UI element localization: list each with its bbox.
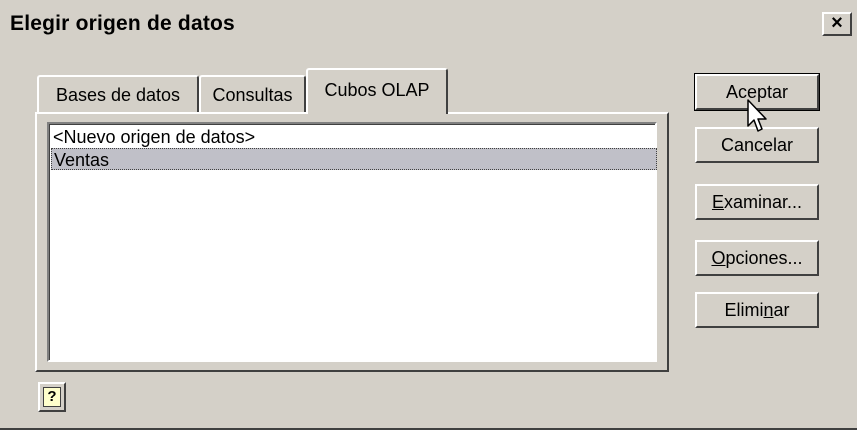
- accelerator-key: n: [763, 300, 774, 320]
- accelerator-key: O: [711, 248, 726, 268]
- data-source-list[interactable]: <Nuevo origen de datos> Ventas: [47, 122, 657, 362]
- choose-data-source-dialog: Elegir origen de datos × Bases de datos …: [0, 0, 857, 430]
- tab-label: Cubos OLAP: [324, 80, 430, 100]
- tab-consultas[interactable]: Consultas: [199, 75, 306, 113]
- help-button[interactable]: ?: [38, 382, 66, 412]
- button-label: xaminar...: [723, 192, 803, 212]
- button-label: pciones...: [725, 248, 803, 268]
- close-icon: ×: [831, 12, 843, 34]
- help-icon: ?: [43, 387, 61, 407]
- close-button[interactable]: ×: [822, 12, 852, 36]
- tab-panel: <Nuevo origen de datos> Ventas: [35, 112, 669, 372]
- accelerator-key: E: [711, 192, 724, 212]
- tab-bases-de-datos[interactable]: Bases de datos: [37, 75, 199, 113]
- title-bar: Elegir origen de datos ×: [0, 0, 857, 44]
- button-label: Elimi: [724, 300, 764, 320]
- list-item-ventas[interactable]: Ventas: [51, 148, 657, 170]
- tab-label: Bases de datos: [55, 85, 181, 105]
- dialog-title: Elegir origen de datos: [10, 12, 235, 35]
- mouse-pointer-icon: [747, 99, 767, 132]
- browse-button[interactable]: Examinar...: [695, 184, 819, 220]
- tab-cubos-olap[interactable]: Cubos OLAP: [306, 68, 448, 114]
- button-label: ar: [773, 300, 790, 320]
- tab-label: Consultas: [212, 85, 293, 105]
- delete-button[interactable]: Eliminar: [695, 292, 819, 328]
- options-button[interactable]: Opciones...: [695, 240, 819, 276]
- list-item-new-source[interactable]: <Nuevo origen de datos>: [51, 126, 657, 148]
